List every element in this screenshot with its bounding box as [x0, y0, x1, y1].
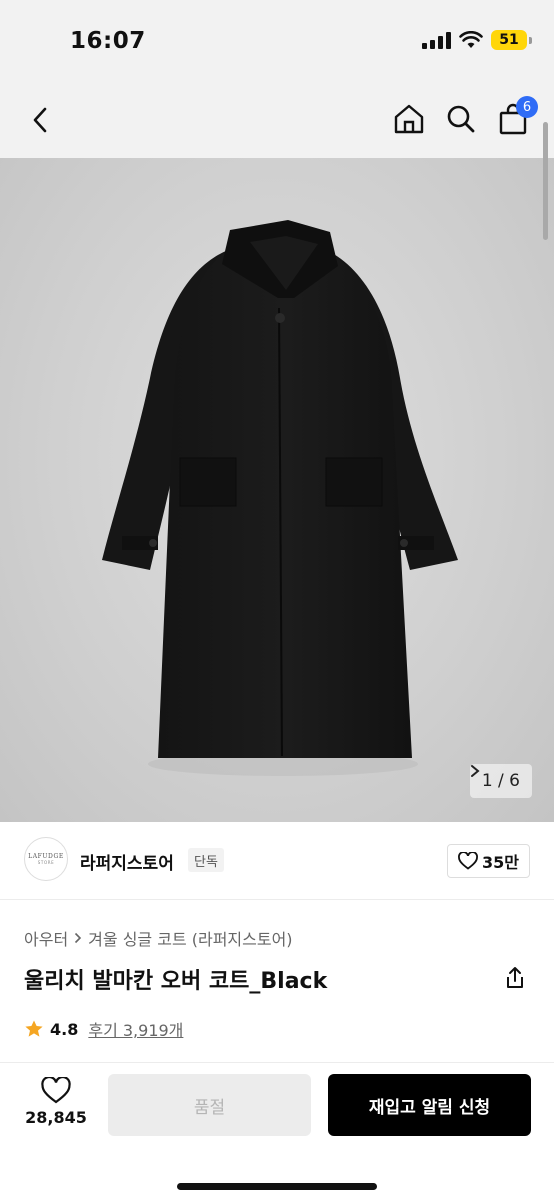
store-like-button[interactable]: 35만 [447, 844, 530, 878]
store-like-count: 35만 [482, 853, 519, 872]
chevron-left-icon [33, 107, 47, 133]
signal-icon [422, 31, 451, 49]
wishlist-button[interactable]: 28,845 [20, 1077, 92, 1127]
search-icon [447, 105, 475, 133]
nav-bar: 6 [0, 82, 554, 158]
share-icon [507, 967, 523, 988]
wifi-icon [459, 31, 483, 48]
soldout-button[interactable]: 품절 [108, 1074, 311, 1136]
cart-count-badge: 6 [516, 96, 538, 118]
status-time: 16:07 [70, 28, 146, 54]
home-button[interactable] [392, 100, 426, 138]
home-icon [394, 104, 424, 134]
image-counter[interactable]: 1 / 6 [469, 764, 532, 798]
wishlist-count: 28,845 [25, 1108, 87, 1127]
chevron-right-icon [75, 932, 82, 944]
restock-alert-button[interactable]: 재입고 알림 신청 [328, 1074, 531, 1136]
rating-row: 4.8 후기 3,919개 [24, 1017, 183, 1041]
home-indicator [177, 1183, 377, 1190]
breadcrumb-subcategory[interactable]: 겨울 싱글 코트 (라퍼지스토어) [88, 926, 292, 950]
back-button[interactable] [22, 102, 58, 138]
store-logo[interactable]: LAFUDGE STORE [24, 837, 68, 881]
heart-icon [41, 1077, 71, 1104]
search-button[interactable] [444, 100, 478, 138]
cart-button[interactable]: 6 [496, 96, 538, 138]
status-bar: 16:07 51 [0, 0, 554, 82]
breadcrumb: 아우터 겨울 싱글 코트 (라퍼지스토어) [24, 926, 293, 950]
rating-value: 4.8 [50, 1019, 79, 1039]
star-icon [25, 1020, 43, 1037]
product-image[interactable]: 1 / 6 [0, 158, 554, 822]
scrollbar[interactable] [543, 122, 548, 240]
product-title: 울리치 발마칸 오버 코트_Black [24, 969, 328, 994]
exclusive-badge: 단독 [188, 848, 224, 872]
store-logo-text: LAFUDGE [28, 853, 64, 860]
image-counter-text: 1 / 6 [481, 771, 520, 791]
store-row: LAFUDGE STORE 라퍼지스토어 단독 35만 [0, 822, 554, 900]
chevron-right-icon [470, 765, 480, 777]
share-button[interactable] [504, 966, 528, 992]
coat-image [102, 220, 458, 776]
heart-icon [458, 852, 478, 870]
store-logo-subtext: STORE [37, 860, 55, 865]
status-icons: 51 [422, 30, 532, 50]
review-count-link[interactable]: 후기 3,919개 [88, 1017, 183, 1041]
store-name[interactable]: 라퍼지스토어 [80, 849, 174, 874]
bottom-action-bar: 28,845 품절 재입고 알림 신청 [0, 1062, 554, 1200]
battery-icon: 51 [491, 30, 527, 50]
breadcrumb-category[interactable]: 아우터 [24, 926, 68, 950]
